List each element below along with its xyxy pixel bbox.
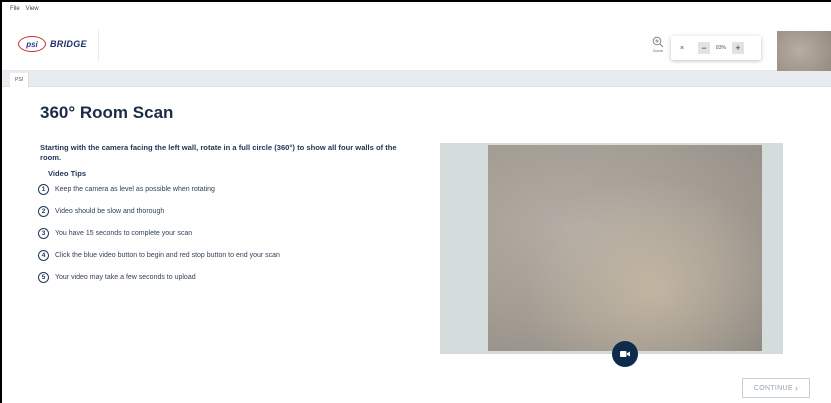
record-video-button[interactable] <box>612 341 638 367</box>
tip-number-badge: 2 <box>38 206 49 217</box>
tab-strip: PSI <box>2 71 831 87</box>
tips-list: 1 Keep the camera as level as possible w… <box>38 184 418 294</box>
page-title: 360° Room Scan <box>40 103 174 122</box>
logo-text: BRIDGE <box>50 39 87 49</box>
tip-number-badge: 4 <box>38 250 49 261</box>
tip-text: You have 15 seconds to complete your sca… <box>55 230 193 237</box>
tip-text: Video should be slow and thorough <box>55 208 165 215</box>
video-camera-icon <box>620 351 630 357</box>
tip-number-badge: 1 <box>38 184 49 195</box>
logo-mark: psi <box>18 36 46 52</box>
header-bar: psi BRIDGE Zoom × − 83% + <box>2 16 831 80</box>
camera-feed <box>488 145 762 351</box>
psi-bridge-logo: psi BRIDGE <box>18 36 87 52</box>
menu-file[interactable]: File <box>10 6 20 12</box>
zoom-out-button[interactable]: − <box>698 42 710 54</box>
zoom-button[interactable]: Zoom <box>647 36 669 64</box>
tip-number-badge: 5 <box>38 272 49 283</box>
menu-view[interactable]: View <box>26 6 39 12</box>
continue-label: CONTINUE <box>753 384 793 392</box>
zoom-level: 83% <box>715 45 726 51</box>
chevron-right-icon: › <box>794 383 799 393</box>
list-item: 3 You have 15 seconds to complete your s… <box>38 228 418 239</box>
video-frame <box>440 143 783 354</box>
list-item: 1 Keep the camera as level as possible w… <box>38 184 418 195</box>
tips-heading: Video Tips <box>48 169 87 178</box>
tab-psi[interactable]: PSI <box>10 73 30 87</box>
app-window: File View psi BRIDGE Zoom × − 83% + PSI <box>0 0 831 403</box>
continue-button[interactable]: CONTINUE › <box>742 378 810 398</box>
list-item: 2 Video should be slow and thorough <box>38 206 418 217</box>
tip-text: Click the blue video button to begin and… <box>55 252 280 259</box>
list-item: 5 Your video may take a few seconds to u… <box>38 272 418 283</box>
header-divider <box>98 30 99 62</box>
tip-text: Your video may take a few seconds to upl… <box>55 274 196 281</box>
scan-instruction: Starting with the camera facing the left… <box>40 143 397 162</box>
menu-bar: File View <box>2 2 831 16</box>
zoom-in-button[interactable]: + <box>732 42 744 54</box>
list-item: 4 Click the blue video button to begin a… <box>38 250 418 261</box>
zoom-label: Zoom <box>652 48 664 53</box>
tip-text: Keep the camera as level as possible whe… <box>55 186 215 193</box>
zoom-close-button[interactable]: × <box>680 45 698 52</box>
tip-number-badge: 3 <box>38 228 49 239</box>
zoom-popup: × − 83% + <box>671 36 761 60</box>
zoom-in-icon <box>652 36 664 48</box>
